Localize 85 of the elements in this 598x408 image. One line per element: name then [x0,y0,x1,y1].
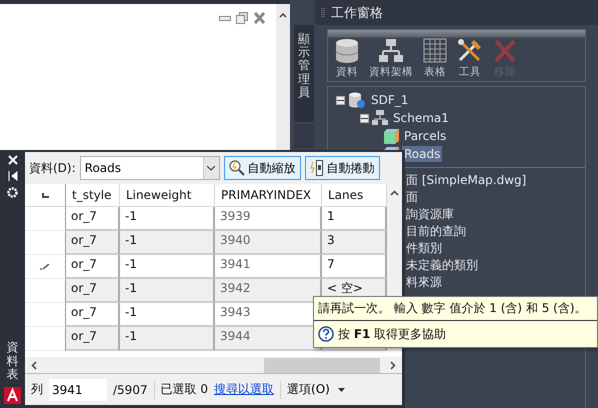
column-header[interactable]: Lanes [322,184,387,207]
row-total: /5907 [113,382,148,396]
selection-count: 已選取 0 [160,381,208,398]
zoom-icon [228,160,245,176]
grid-icon [423,38,447,64]
table-cell: 3 [322,231,387,255]
row-header[interactable] [25,231,66,255]
scroll-icon [310,160,324,176]
settings-icon[interactable] [7,187,18,198]
row-header[interactable] [25,255,66,279]
row-header[interactable] [25,327,66,351]
chevron-down-icon[interactable] [207,166,216,170]
toggle-button[interactable]: 自動縮放 [224,156,301,180]
table-cell: 3941 [215,255,322,279]
table-cell: -1 [120,207,215,231]
restore-icon[interactable] [236,12,248,24]
table-cell: 3940 [215,231,322,255]
help-icon [318,326,334,342]
caret-icon [338,388,345,392]
cube-icon [384,128,399,144]
scroll-up-icon[interactable] [390,190,399,196]
table-cell: 7 [322,255,387,279]
tree-item[interactable]: 目前的查詢 [406,223,585,240]
table-cell: or_7 [66,327,120,351]
hierarchy-icon [372,110,388,126]
table-cell: -1 [120,231,215,255]
table-cell: -1 [120,255,215,279]
row-label: 列 [31,381,43,398]
scroll-right-icon[interactable] [390,360,396,370]
source-label: 資料(D): [29,160,76,176]
table-cell: 3939 [215,207,322,231]
palette-title: 資料表 [6,341,18,381]
table-cell: or_7 [66,207,120,231]
table-cell: 3942 [215,279,322,303]
tree-item[interactable]: 面 [406,189,585,206]
tree-item[interactable]: 面 [SimpleMap.dwg] [406,172,585,189]
column-marker-icon [42,192,48,198]
toolbar-button[interactable]: 資料 [333,38,361,81]
pencil-icon [40,264,50,270]
toolbar-button[interactable]: 工具 [455,38,485,81]
row-field[interactable]: 3941 [49,378,107,400]
table-cell: -1 [120,303,215,327]
tooltip-help: 按 F1 取得更多協助 [338,326,446,342]
source-dropdown[interactable]: Roads [80,156,220,180]
table-cell: or_7 [66,231,120,255]
column-header[interactable]: PRIMARYINDEX [215,184,322,207]
row-header[interactable] [25,279,66,303]
toggle-button[interactable]: 自動捲動 [304,156,380,180]
table-cell: 1 [322,207,387,231]
options-button[interactable]: 選項(O) [287,381,345,398]
row-header[interactable] [25,207,66,231]
tree-item[interactable]: Parcels [402,128,448,144]
close-icon [493,38,517,64]
tree-item[interactable]: SDF_1 [369,92,410,108]
database-icon [348,92,366,108]
scrollbar-thumb[interactable] [264,358,380,372]
tree-item[interactable]: 料來源 [406,274,585,291]
grip-icon[interactable] [321,8,325,18]
tree-item[interactable]: Schema1 [391,110,451,126]
hierarchy-icon [379,38,403,64]
table-cell: -1 [120,327,215,351]
scroll-left-icon[interactable] [31,360,37,370]
tree-item[interactable]: 件類別 [406,240,585,257]
column-header[interactable]: t_style [66,184,120,207]
search-link[interactable]: 搜尋以選取 [214,381,274,398]
scroll-up-icon[interactable] [279,12,287,18]
logo-icon [4,387,21,404]
database-icon [335,38,359,64]
collapse-toggle[interactable] [336,96,345,104]
tree-item[interactable]: 詢資源庫 [406,206,585,223]
toolbar-button[interactable]: 表格 [421,38,449,81]
row-header[interactable] [25,303,66,327]
pane-title: 工作窗格 [331,4,383,22]
tools-icon [457,38,483,64]
table-cell: or_7 [66,303,120,327]
table-cell: -1 [120,279,215,303]
collapse-toggle[interactable] [360,114,369,122]
side-tab[interactable]: 顯示管理員 [294,25,314,122]
table-cell: or_7 [66,279,120,303]
toolbar-button[interactable]: 資料架構 [367,38,415,81]
tree-item[interactable]: Roads [402,146,442,162]
table-cell: 3944 [215,327,322,351]
tree-item[interactable]: 未定義的類別 [406,257,585,274]
column-header[interactable]: Lineweight [120,184,215,207]
table-cell: or_7 [66,255,120,279]
